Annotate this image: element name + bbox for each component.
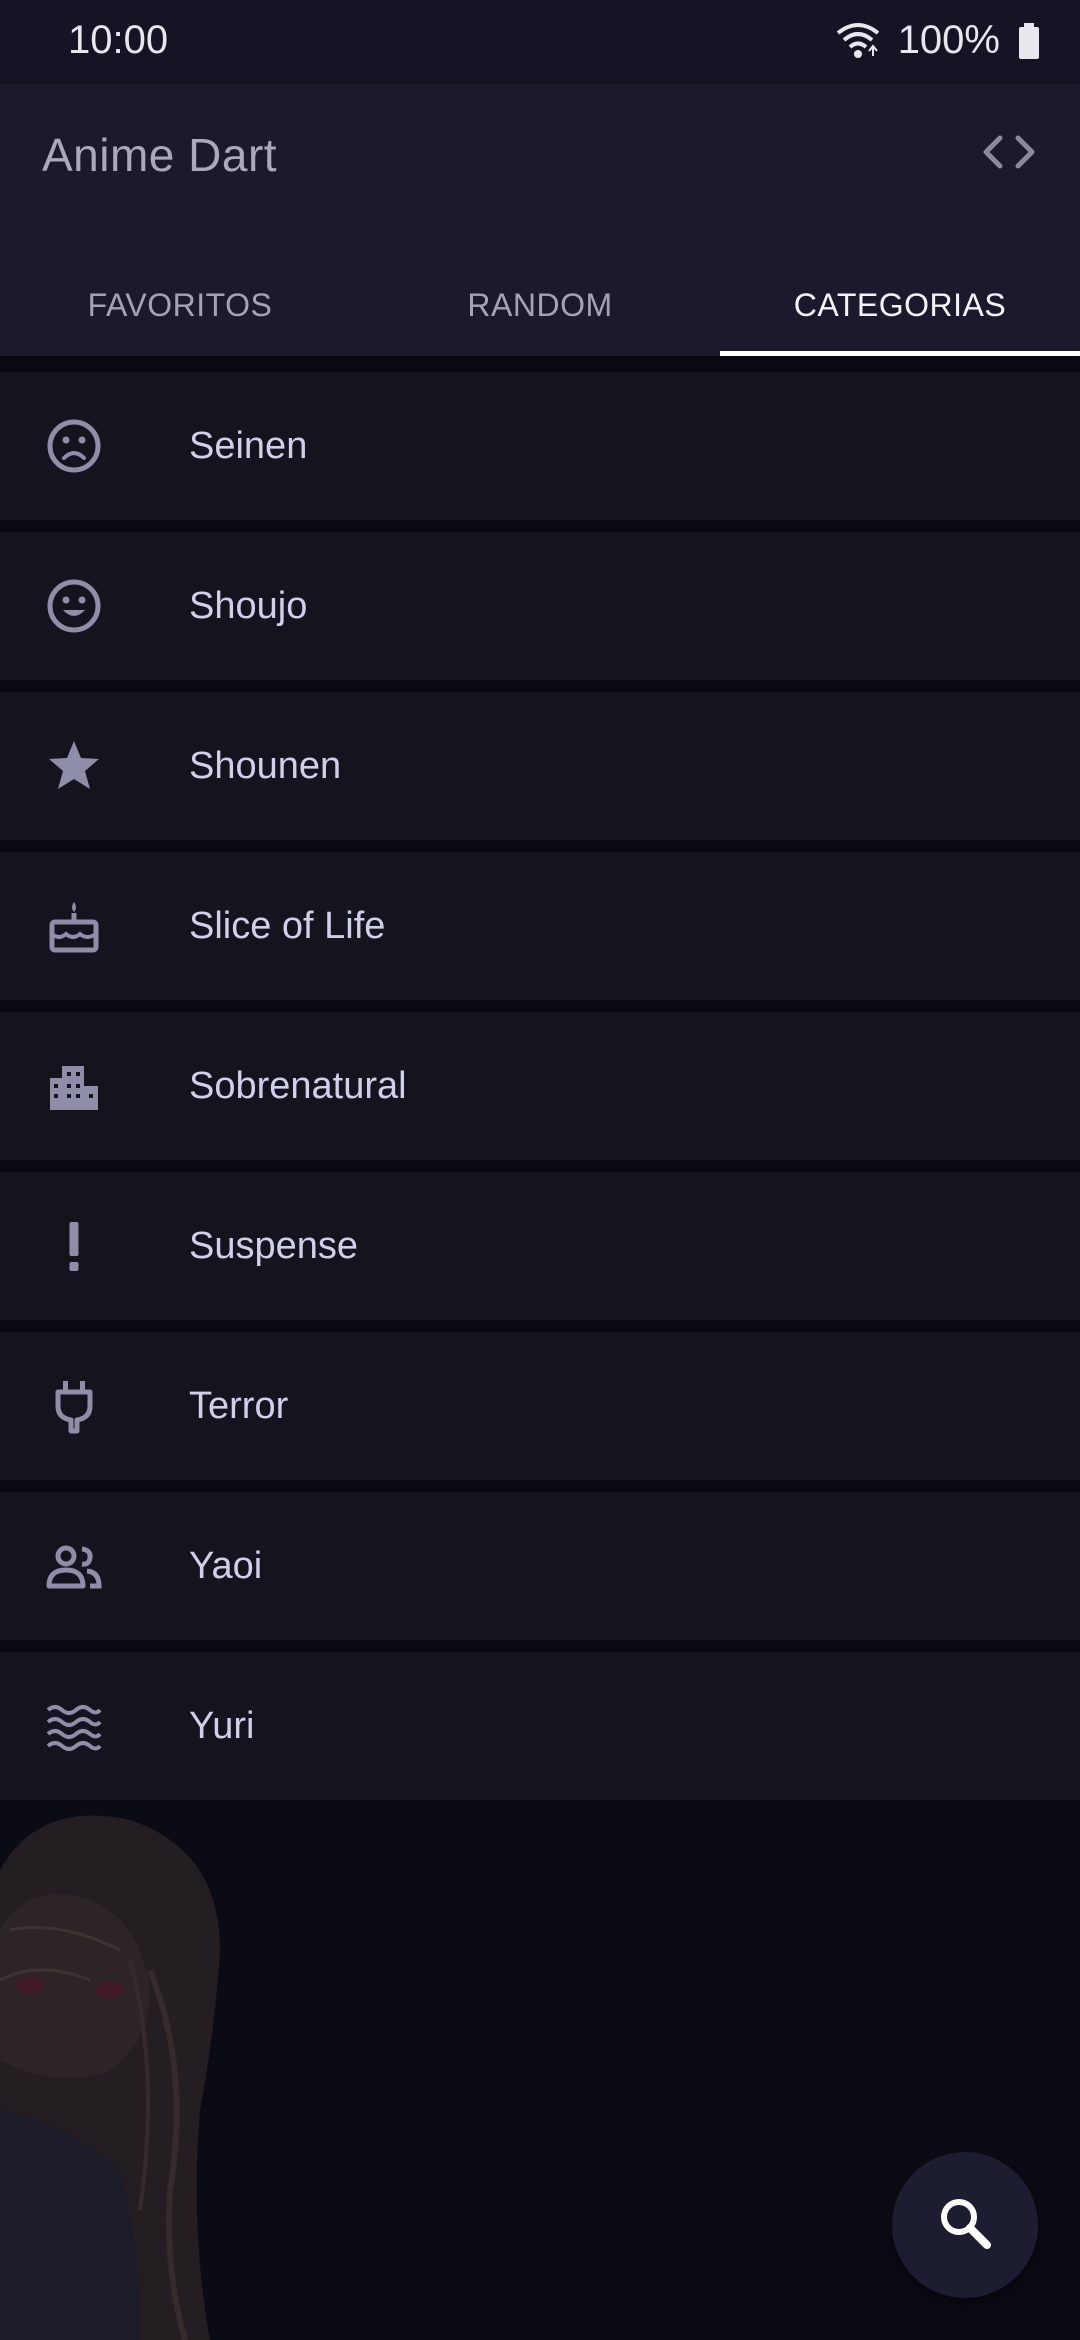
category-item-yaoi[interactable]: Yaoi bbox=[0, 1492, 1080, 1640]
tab-bar: FAVORITOS RANDOM CATEGORIAS bbox=[0, 254, 1080, 356]
happy-face-icon bbox=[46, 578, 102, 634]
background-character-illustration bbox=[0, 1810, 240, 2340]
category-label: Suspense bbox=[189, 1224, 359, 1267]
category-label: Yuri bbox=[189, 1704, 255, 1747]
waves-icon bbox=[46, 1698, 102, 1754]
category-item-seinen[interactable]: Seinen bbox=[0, 372, 1080, 520]
category-label: Shoujo bbox=[189, 584, 308, 627]
code-icon[interactable] bbox=[980, 132, 1038, 177]
search-icon bbox=[937, 2195, 993, 2256]
exclamation-icon bbox=[46, 1218, 102, 1274]
category-label: Seinen bbox=[189, 424, 308, 467]
battery-icon bbox=[1018, 22, 1040, 59]
cake-icon bbox=[46, 898, 102, 954]
status-time: 10:00 bbox=[68, 18, 169, 62]
tab-favoritos[interactable]: FAVORITOS bbox=[0, 254, 360, 356]
category-label: Sobrenatural bbox=[189, 1064, 407, 1107]
category-item-sobrenatural[interactable]: Sobrenatural bbox=[0, 1012, 1080, 1160]
tab-categorias[interactable]: CATEGORIAS bbox=[720, 254, 1080, 356]
category-item-yuri[interactable]: Yuri bbox=[0, 1652, 1080, 1800]
screen: 10:00 100% Anime Dart FAVORITOS RANDOM C… bbox=[0, 0, 1080, 2340]
category-label: Terror bbox=[189, 1384, 289, 1427]
battery-percent: 100% bbox=[897, 18, 1000, 62]
category-list: Seinen Shoujo Shounen Slice of Life Sobr… bbox=[0, 372, 1080, 1812]
status-bar: 10:00 100% bbox=[0, 0, 1080, 84]
category-label: Slice of Life bbox=[189, 904, 386, 947]
category-label: Yaoi bbox=[189, 1544, 263, 1587]
wifi-icon bbox=[836, 21, 880, 61]
category-item-suspense[interactable]: Suspense bbox=[0, 1172, 1080, 1320]
status-icons: 100% bbox=[836, 18, 1040, 63]
building-icon bbox=[46, 1058, 102, 1114]
category-label: Shounen bbox=[189, 744, 342, 787]
star-icon bbox=[46, 738, 102, 794]
category-item-terror[interactable]: Terror bbox=[0, 1332, 1080, 1480]
search-button[interactable] bbox=[892, 2152, 1038, 2298]
app-bar: Anime Dart FAVORITOS RANDOM CATEGORIAS bbox=[0, 84, 1080, 356]
category-item-slice-of-life[interactable]: Slice of Life bbox=[0, 852, 1080, 1000]
tab-random[interactable]: RANDOM bbox=[360, 254, 720, 356]
sad-face-icon bbox=[46, 418, 102, 474]
category-item-shounen[interactable]: Shounen bbox=[0, 692, 1080, 840]
app-title: Anime Dart bbox=[42, 129, 278, 181]
category-item-shoujo[interactable]: Shoujo bbox=[0, 532, 1080, 680]
plug-icon bbox=[46, 1378, 102, 1434]
people-icon bbox=[46, 1538, 102, 1594]
